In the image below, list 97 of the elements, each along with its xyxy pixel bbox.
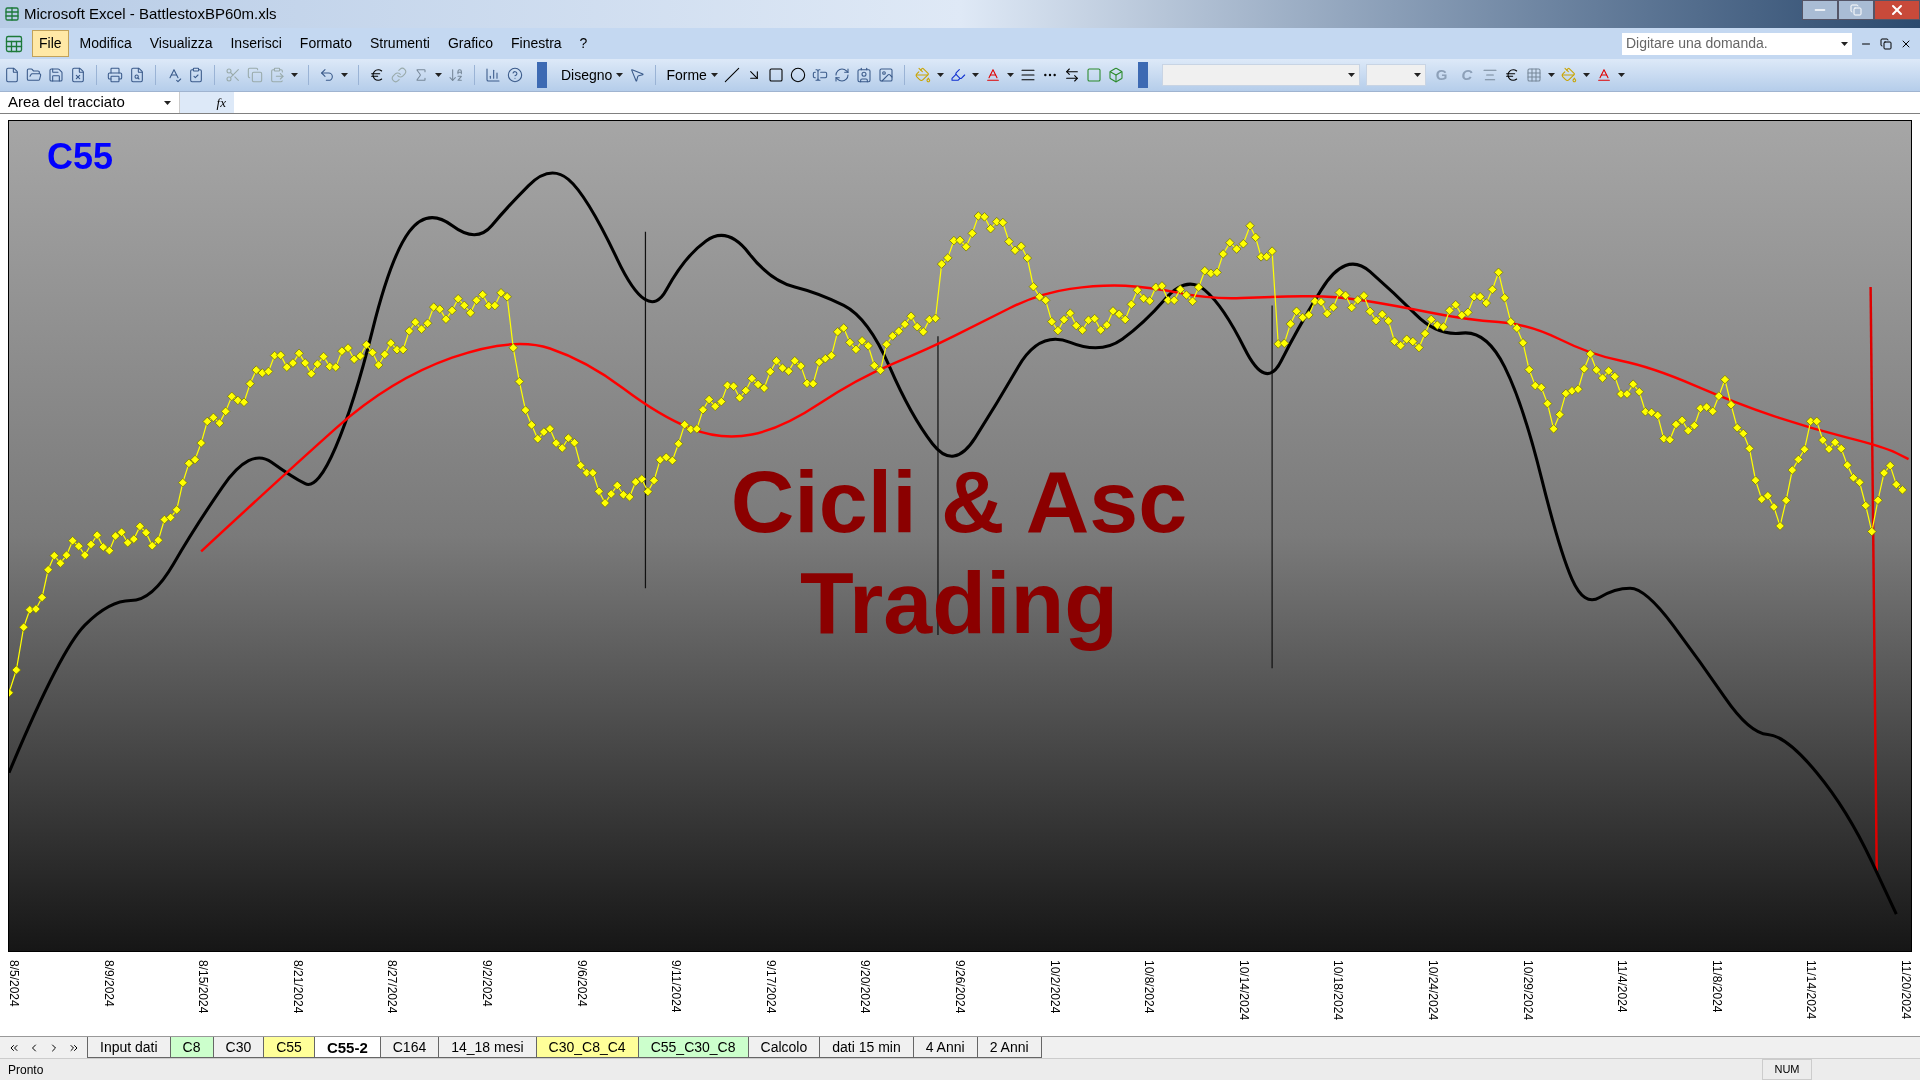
- new-file-icon[interactable]: [4, 67, 20, 83]
- menu-item[interactable]: Finestra: [504, 30, 569, 57]
- toolbar-menu[interactable]: Forme: [666, 64, 718, 86]
- caret-icon[interactable]: [341, 73, 348, 77]
- caret-icon[interactable]: [1413, 73, 1421, 77]
- sheet-tab[interactable]: C30_C8_C4: [535, 1037, 639, 1058]
- undo-icon[interactable]: [319, 67, 335, 83]
- axis-label: 11/8/2024: [1710, 959, 1723, 1015]
- axis-label: 10/24/2024: [1426, 959, 1439, 1023]
- axis-label: 8/15/2024: [197, 959, 210, 1016]
- arrow-style-icon[interactable]: [1063, 67, 1080, 83]
- axis-label: 11/4/2024: [1616, 959, 1629, 1015]
- caret-icon[interactable]: [710, 73, 718, 77]
- window-title: Microsoft Excel - BattlestoxBP60m.xls: [24, 3, 277, 24]
- axis-label: 9/20/2024: [859, 959, 872, 1016]
- axis-label: 11/14/2024: [1805, 959, 1818, 1022]
- caret-icon[interactable]: [971, 73, 979, 77]
- axis-label: 8/5/2024: [8, 959, 20, 1009]
- 3d-icon[interactable]: [1107, 67, 1124, 83]
- ellipse-icon[interactable]: [789, 67, 806, 83]
- print-icon[interactable]: [107, 67, 123, 83]
- chart-icon[interactable]: [485, 67, 501, 83]
- caret-icon[interactable]: [435, 73, 442, 77]
- file-icon[interactable]: [70, 67, 86, 83]
- menu-item[interactable]: File: [32, 30, 69, 57]
- menu-item[interactable]: ?: [572, 30, 595, 57]
- line-icon[interactable]: [723, 67, 740, 83]
- close-button[interactable]: [1874, 0, 1920, 20]
- axis-label: 10/18/2024: [1332, 959, 1345, 1023]
- excel-icon[interactable]: [4, 6, 20, 22]
- caret-icon[interactable]: [1618, 73, 1626, 77]
- menu-item[interactable]: Grafico: [440, 30, 500, 57]
- caret-icon[interactable]: [1006, 73, 1014, 77]
- axis-label: 8/27/2024: [386, 959, 399, 1016]
- axis-label: 9/2/2024: [480, 959, 493, 1009]
- fill-color-icon[interactable]: [914, 67, 931, 83]
- sheet-tab[interactable]: C8: [169, 1037, 214, 1058]
- axis-label: 9/6/2024: [575, 959, 588, 1009]
- line-color-icon[interactable]: [949, 67, 966, 83]
- clipboard-icon[interactable]: [188, 67, 204, 83]
- axis-label: 11/20/2024: [1899, 959, 1912, 1022]
- caret-icon[interactable]: [291, 73, 298, 77]
- help-icon[interactable]: [507, 67, 523, 83]
- menu-item[interactable]: Inserisci: [223, 30, 289, 57]
- save-icon[interactable]: [48, 67, 64, 83]
- toolbar-grip-handle[interactable]: [1137, 62, 1148, 88]
- caret-icon[interactable]: [936, 73, 944, 77]
- sheet-tab[interactable]: C55_C30_C8: [637, 1037, 749, 1058]
- currency-icon[interactable]: [369, 67, 385, 83]
- font-color-icon[interactable]: [1596, 67, 1613, 83]
- overlay-text: Cicli & Asc: [730, 451, 1188, 553]
- status-text: Pronto: [7, 1061, 45, 1079]
- axis-label: 10/14/2024: [1237, 959, 1250, 1023]
- sheet-tab[interactable]: C55: [263, 1037, 315, 1058]
- axis-label: 9/11/2024: [670, 959, 683, 1015]
- fill-color-icon[interactable]: [1561, 67, 1578, 83]
- axis-label: 10/29/2024: [1521, 959, 1534, 1023]
- toolbar-menu[interactable]: Disegno: [561, 64, 624, 86]
- preview-icon[interactable]: [129, 67, 145, 83]
- folder-icon[interactable]: [26, 67, 42, 83]
- rectangle-icon[interactable]: [767, 67, 784, 83]
- axis-label: 10/2/2024: [1048, 959, 1061, 1016]
- chart-title: C55: [47, 139, 114, 175]
- axis-label: 9/26/2024: [953, 959, 966, 1016]
- menu-item[interactable]: Formato: [292, 30, 359, 57]
- line-style-icon[interactable]: [1019, 67, 1036, 83]
- menu-item[interactable]: Strumenti: [362, 30, 437, 57]
- image-icon[interactable]: [877, 67, 894, 83]
- sheet-tab[interactable]: C55-2: [313, 1037, 381, 1058]
- caret-icon[interactable]: [1841, 41, 1848, 46]
- menu-item[interactable]: Modifica: [72, 30, 139, 57]
- sheet-icon[interactable]: [4, 33, 24, 54]
- axis-label: 10/8/2024: [1143, 959, 1156, 1016]
- status-indicator: NUM: [1762, 1059, 1812, 1080]
- sheet-tab[interactable]: Input dati: [87, 1037, 171, 1058]
- pointer-icon[interactable]: [629, 67, 646, 83]
- maximize-button[interactable]: [1838, 0, 1874, 20]
- caret-icon[interactable]: [1347, 73, 1355, 77]
- caret-icon[interactable]: [164, 100, 171, 105]
- caret-icon[interactable]: [1583, 73, 1591, 77]
- axis-label: 8/21/2024: [291, 959, 304, 1016]
- font-color-icon[interactable]: [984, 67, 1001, 83]
- axis-label: 8/9/2024: [102, 959, 115, 1009]
- formula-label[interactable]: fx: [216, 92, 226, 113]
- caret-icon[interactable]: [616, 73, 624, 77]
- menu-item[interactable]: Visualizza: [142, 30, 220, 57]
- caret-icon[interactable]: [1548, 73, 1556, 77]
- spellcheck-icon[interactable]: [166, 67, 182, 83]
- minimize-button[interactable]: [1802, 0, 1838, 20]
- sort-icon[interactable]: [448, 67, 464, 83]
- textbox-icon[interactable]: [811, 67, 828, 83]
- sheet-tab[interactable]: 2 Anni: [976, 1037, 1042, 1058]
- overlay-text: Trading: [800, 552, 1118, 654]
- help-field[interactable]: Digitare una domanda.: [1622, 32, 1852, 55]
- restore-icon[interactable]: [1880, 37, 1892, 50]
- axis-label: 9/17/2024: [764, 959, 777, 1016]
- toolbar-grip-handle[interactable]: [537, 62, 547, 88]
